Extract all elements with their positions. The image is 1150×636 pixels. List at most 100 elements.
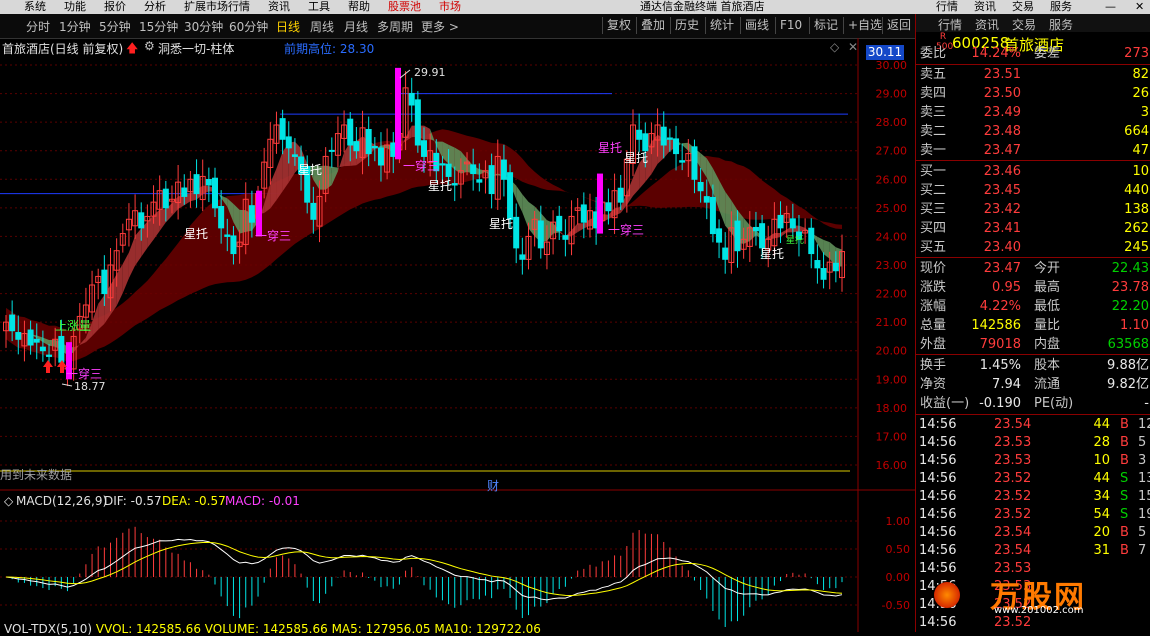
- stat2-label-2: 流通: [1034, 377, 1061, 392]
- diamond-icon[interactable]: ◇: [830, 40, 839, 54]
- stat2-label: 收益(一): [920, 396, 970, 411]
- buy-row: 买五 23.40 245: [916, 238, 1150, 257]
- candle-body: [365, 128, 372, 155]
- tick-time: 14:56: [919, 543, 957, 558]
- candles: [3, 67, 845, 387]
- period-toolbar: 分时 1分钟 5分钟 15分钟 30分钟 60分钟 日线 周线 月线 多周期 更…: [0, 14, 915, 39]
- quote-panel: 行情 资讯 交易 服务 R 500 600258 首旅酒店 委比 14.24% 委差…: [915, 14, 1150, 632]
- close-icon[interactable]: ✕: [1135, 0, 1144, 14]
- price-tick-label: 30.00: [876, 59, 908, 72]
- menu-stock-pool[interactable]: 股票池: [388, 0, 421, 14]
- stats-button[interactable]: 统计: [705, 17, 734, 34]
- period-weekly[interactable]: 周线: [310, 18, 334, 35]
- period-15min[interactable]: 15分钟: [139, 18, 178, 35]
- sell-vol: 26: [1132, 86, 1149, 101]
- menu-tools[interactable]: 工具: [308, 0, 330, 14]
- menu-market[interactable]: 市场: [439, 0, 461, 14]
- candle-body: [205, 179, 212, 186]
- period-monthly[interactable]: 月线: [344, 18, 368, 35]
- financial-marker[interactable]: 财: [487, 477, 499, 494]
- period-60min[interactable]: 60分钟: [229, 18, 268, 35]
- menu-jy[interactable]: 交易: [1012, 0, 1034, 14]
- ribbon-seg: [817, 236, 824, 255]
- signal-label: 一穿三: [66, 366, 102, 381]
- menu-system[interactable]: 系统: [24, 0, 46, 14]
- candle-body: [789, 218, 796, 229]
- candle-body: [9, 314, 16, 332]
- overlay-button[interactable]: 叠加: [636, 17, 665, 34]
- period-daily[interactable]: 日线: [276, 18, 300, 35]
- stat2-value-2: -: [1144, 396, 1149, 411]
- tab-fw[interactable]: 服务: [1049, 16, 1073, 33]
- period-more[interactable]: 更多 >: [421, 18, 459, 35]
- tick-bs: B: [1120, 543, 1129, 558]
- stat-value: 23.47: [983, 261, 1021, 276]
- tick-price: 23.54: [994, 417, 1032, 432]
- price-axis: 30.00 29.00 28.00 27.00 26.00 25.00 24.00 23.00…: [876, 59, 911, 612]
- price-tick-label: 24.00: [876, 230, 908, 243]
- period-multi[interactable]: 多周期: [377, 18, 413, 35]
- ribbon-seg: [633, 163, 640, 196]
- signal-label: 一穿三: [255, 228, 291, 243]
- back-button[interactable]: 返回: [882, 17, 911, 34]
- macd-header[interactable]: MACD(12,26,9): [16, 494, 107, 508]
- tick-time: 14:56: [919, 471, 957, 486]
- add-watchlist-button[interactable]: +自选: [843, 17, 882, 34]
- period-1min[interactable]: 1分钟: [59, 18, 91, 35]
- buy-vol: 262: [1124, 221, 1149, 236]
- menu-help[interactable]: 帮助: [348, 0, 370, 14]
- menu-fw[interactable]: 服务: [1050, 0, 1072, 14]
- f10-button[interactable]: F10: [775, 17, 802, 34]
- candle-body: [212, 177, 218, 209]
- buy-label: 买一: [920, 164, 947, 179]
- tick-price: 23.52: [994, 489, 1032, 504]
- tab-zx[interactable]: 资讯: [975, 16, 999, 33]
- menu-ext-market[interactable]: 扩展市场行情: [184, 0, 250, 14]
- menu-info[interactable]: 资讯: [268, 0, 290, 14]
- kline-chart[interactable]: 30.00 29.00 28.00 27.00 26.00 25.00 24.00 23.00…: [0, 38, 915, 632]
- window-title: 通达信金融终端 首旅酒店: [640, 0, 765, 13]
- period-30min[interactable]: 30分钟: [184, 18, 223, 35]
- macd-header-icon[interactable]: ◇: [4, 494, 13, 508]
- tick-qty: 54: [1093, 507, 1110, 522]
- candle-body: [181, 187, 188, 197]
- gear-icon[interactable]: ⚙: [144, 39, 155, 53]
- signal-label: 星托: [489, 217, 513, 231]
- menu-hq[interactable]: 行情: [936, 0, 958, 14]
- menu-analysis[interactable]: 分析: [144, 0, 166, 14]
- tick-row: 14:56 23.52: [916, 614, 1150, 632]
- stat2-row: 净资 7.94 流通 9.82亿: [916, 375, 1150, 394]
- vol-header[interactable]: VOL-TDX(5,10) VVOL: 142585.66 VOLUME: 14…: [4, 622, 541, 636]
- mark-button[interactable]: 标记: [809, 17, 838, 34]
- chart-stock-title: 首旅酒店(日线 前复权): [2, 42, 124, 56]
- menu-zx[interactable]: 资讯: [974, 0, 996, 14]
- sell-vol: 3: [1140, 105, 1149, 120]
- indicator-name[interactable]: 洞悉一切-柱体: [158, 40, 234, 57]
- history-button[interactable]: 历史: [670, 17, 699, 34]
- price-tick-label: 20.00: [876, 345, 908, 358]
- stat-row: 总量 142586 量比 1.10: [916, 316, 1150, 335]
- tick-time: 14:56: [919, 507, 957, 522]
- period-5min[interactable]: 5分钟: [99, 18, 131, 35]
- tick-qty: 10: [1093, 453, 1110, 468]
- candle-body: [488, 165, 495, 195]
- ribbon-seg: [626, 177, 633, 205]
- fuquan-button[interactable]: 复权: [602, 17, 631, 34]
- close-indicator-icon[interactable]: ✕: [848, 40, 858, 54]
- tab-hq[interactable]: 行情: [938, 16, 962, 33]
- sell-row: 卖二 23.48 664: [916, 122, 1150, 141]
- menu-quote[interactable]: 报价: [104, 0, 126, 14]
- candle-body: [193, 174, 200, 195]
- tick-time: 14:56: [919, 561, 957, 576]
- sell-vol: 47: [1132, 143, 1149, 158]
- tick-count: 19: [1138, 507, 1150, 522]
- price-tick-label: 27.00: [876, 145, 908, 158]
- tab-jy[interactable]: 交易: [1012, 16, 1036, 33]
- menu-function[interactable]: 功能: [64, 0, 86, 14]
- period-fenshi[interactable]: 分时: [26, 18, 50, 35]
- minimize-icon[interactable]: —: [1105, 0, 1116, 14]
- price-tick-label: 28.00: [876, 116, 908, 129]
- draw-button[interactable]: 画线: [740, 17, 769, 34]
- sell-row: 卖一 23.47 47: [916, 141, 1150, 160]
- sell-vol: 82: [1132, 67, 1149, 82]
